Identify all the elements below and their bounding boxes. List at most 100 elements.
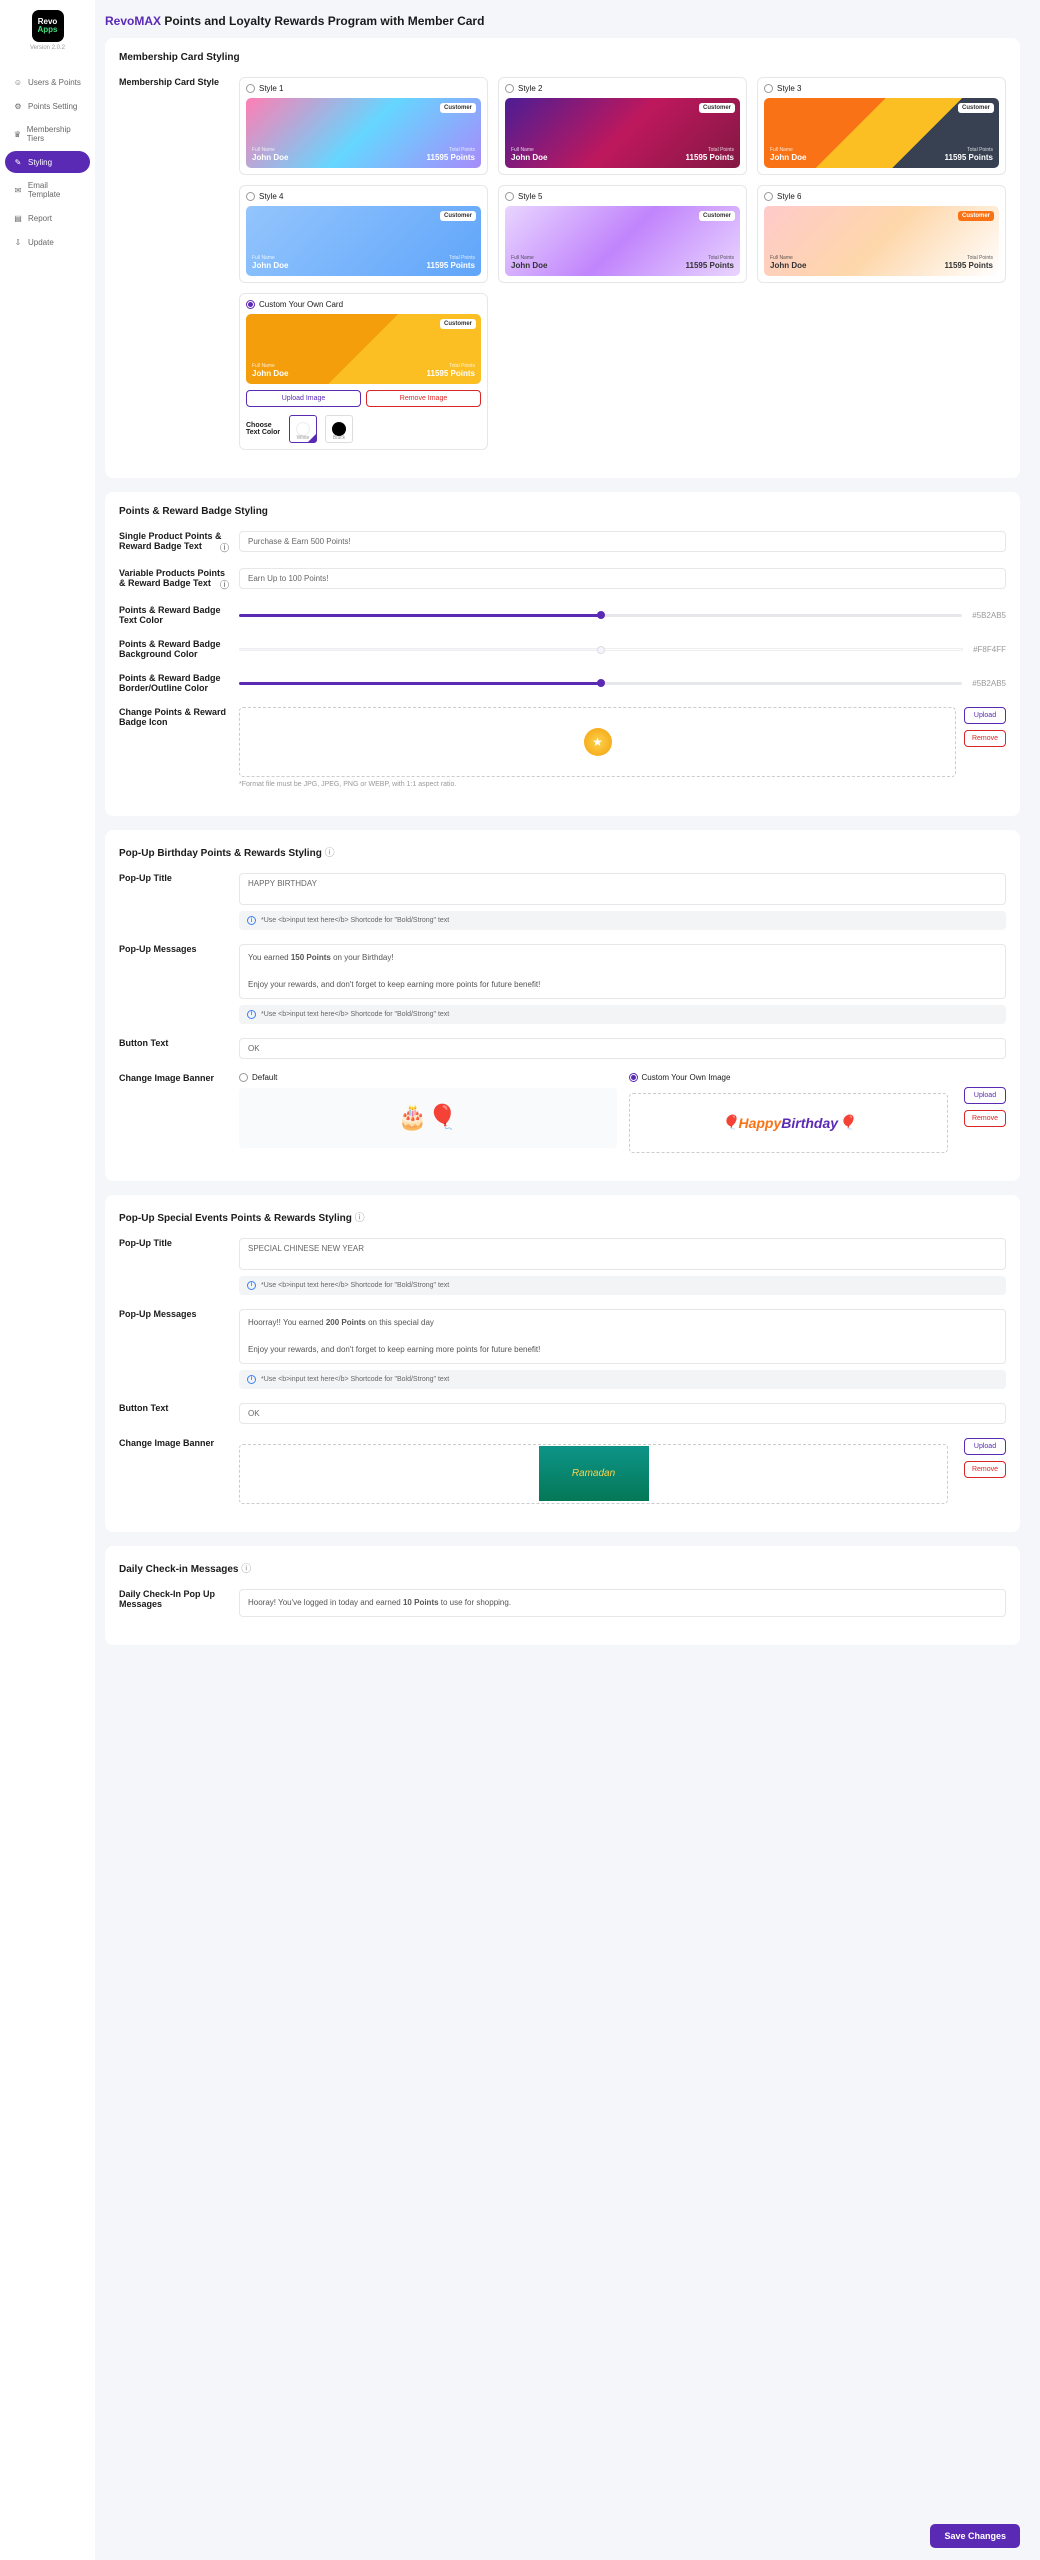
save-changes-button[interactable]: Save Changes xyxy=(930,2524,1020,2548)
membership-card-styling-section: Membership Card Styling Membership Card … xyxy=(105,38,1020,478)
section-heading: Membership Card Styling xyxy=(119,52,1006,63)
radio-icon xyxy=(239,1073,248,1082)
radio-icon xyxy=(505,192,514,201)
nav-points-setting[interactable]: ⚙Points Setting xyxy=(5,95,90,117)
style-option-6[interactable]: Style 6CustomerFull NameJohn DoeTotal Po… xyxy=(757,185,1006,283)
style-option-4[interactable]: Style 4CustomerFull NameJohn DoeTotal Po… xyxy=(239,185,488,283)
border-color-slider[interactable] xyxy=(239,682,962,685)
format-hint: *Format file must be JPG, JPEG, PNG or W… xyxy=(239,781,1006,788)
popup-title-input[interactable]: SPECIAL CHINESE NEW YEAR xyxy=(239,1238,1006,1270)
shortcode-hint: i*Use <b>input text here</b> Shortcode f… xyxy=(239,1370,1006,1389)
field-label: Points & Reward Badge Border/Outline Col… xyxy=(119,673,239,693)
nav-users-points[interactable]: ☺Users & Points xyxy=(5,71,90,93)
main-content: RevoMAX Points and Loyalty Rewards Progr… xyxy=(95,0,1040,2560)
default-banner-preview: 🎂🎈 xyxy=(239,1088,617,1148)
upload-image-button[interactable]: Upload Image xyxy=(246,390,361,407)
custom-banner-preview: 🎈HappyBirthday🎈 xyxy=(629,1093,949,1153)
remove-button[interactable]: Remove xyxy=(964,730,1006,747)
remove-button[interactable]: Remove xyxy=(964,1461,1006,1478)
help-icon[interactable]: ⓘ xyxy=(325,848,335,859)
crown-icon: ♛ xyxy=(13,129,22,139)
remove-button[interactable]: Remove xyxy=(964,1110,1006,1127)
popup-messages-input[interactable]: You earned 150 Points on your Birthday!E… xyxy=(239,944,1006,999)
section-heading: Pop-Up Birthday Points & Rewards Styling… xyxy=(119,844,1006,859)
style-option-custom[interactable]: Custom Your Own Card CustomerFull NameJo… xyxy=(239,293,488,450)
radio-icon xyxy=(505,84,514,93)
field-label: Pop-Up Title xyxy=(119,873,239,930)
hex-value: #5B2AB5 xyxy=(972,679,1006,688)
gear-icon: ⚙ xyxy=(13,101,23,111)
help-icon[interactable]: ⓘ xyxy=(220,541,229,554)
nav-membership-tiers[interactable]: ♛Membership Tiers xyxy=(5,119,90,149)
star-icon: ★ xyxy=(584,728,612,756)
hex-value: #5B2AB5 xyxy=(972,611,1006,620)
single-product-badge-input[interactable] xyxy=(239,531,1006,552)
help-icon[interactable]: ⓘ xyxy=(241,1564,251,1575)
shortcode-hint: i*Use <b>input text here</b> Shortcode f… xyxy=(239,911,1006,930)
popup-messages-input[interactable]: Hoorray!! You earned 200 Points on this … xyxy=(239,1309,1006,1364)
section-heading: Points & Reward Badge Styling xyxy=(119,506,1006,517)
color-white[interactable]: White xyxy=(289,415,317,443)
version-label: Version 2.0.2 xyxy=(30,45,65,51)
logo: RevoApps xyxy=(32,10,64,42)
card-preview: CustomerFull NameJohn DoeTotal Points115… xyxy=(764,98,999,168)
shortcode-hint: i*Use <b>input text here</b> Shortcode f… xyxy=(239,1005,1006,1024)
radio-icon xyxy=(764,192,773,201)
nav-email-template[interactable]: ✉Email Template xyxy=(5,175,90,205)
text-color-slider[interactable] xyxy=(239,614,962,617)
variable-product-badge-input[interactable] xyxy=(239,568,1006,589)
bg-color-slider[interactable] xyxy=(239,648,963,651)
nav: ☺Users & Points ⚙Points Setting ♛Members… xyxy=(5,71,90,255)
banner-custom-option[interactable]: Custom Your Own Image xyxy=(629,1073,1007,1082)
field-label: Change Image Banner xyxy=(119,1073,239,1153)
style-option-3[interactable]: Style 3CustomerFull NameJohn DoeTotal Po… xyxy=(757,77,1006,175)
color-black[interactable]: Black xyxy=(325,415,353,443)
card-preview: CustomerFull NameJohn DoeTotal Points115… xyxy=(505,98,740,168)
field-label: Points & Reward Badge Background Color xyxy=(119,639,239,659)
checkin-message-input[interactable]: Hooray! You've logged in today and earne… xyxy=(239,1589,1006,1617)
banner-default-option[interactable]: Default xyxy=(239,1073,617,1082)
info-icon: i xyxy=(247,1010,256,1019)
style-option-2[interactable]: Style 2CustomerFull NameJohn DoeTotal Po… xyxy=(498,77,747,175)
help-icon[interactable]: ⓘ xyxy=(355,1213,365,1224)
popup-title-input[interactable]: HAPPY BIRTHDAY xyxy=(239,873,1006,905)
field-label: Pop-Up Messages xyxy=(119,1309,239,1389)
field-label: Membership Card Style xyxy=(119,77,239,450)
field-label: Pop-Up Messages xyxy=(119,944,239,1024)
style-option-1[interactable]: Style 1CustomerFull NameJohn DoeTotal Po… xyxy=(239,77,488,175)
remove-image-button[interactable]: Remove Image xyxy=(366,390,481,407)
upload-button[interactable]: Upload xyxy=(964,1438,1006,1455)
nav-styling[interactable]: ✎Styling xyxy=(5,151,90,173)
document-icon: ▤ xyxy=(13,213,23,223)
upload-button[interactable]: Upload xyxy=(964,707,1006,724)
badge-styling-section: Points & Reward Badge Styling Single Pro… xyxy=(105,492,1020,816)
event-banner-preview: Ramadan xyxy=(239,1444,948,1504)
info-icon: i xyxy=(247,916,256,925)
sidebar: RevoApps Version 2.0.2 ☺Users & Points ⚙… xyxy=(0,0,95,2560)
field-label: Points & Reward Badge Text Color xyxy=(119,605,239,625)
button-text-input[interactable] xyxy=(239,1403,1006,1424)
field-label: Variable Products Points & Reward Badge … xyxy=(119,568,239,591)
field-label: Pop-Up Title xyxy=(119,1238,239,1295)
card-preview: CustomerFull NameJohn DoeTotal Points115… xyxy=(764,206,999,276)
section-heading: Daily Check-in Messages ⓘ xyxy=(119,1560,1006,1575)
nav-update[interactable]: ⇩Update xyxy=(5,231,90,253)
style-option-5[interactable]: Style 5CustomerFull NameJohn DoeTotal Po… xyxy=(498,185,747,283)
mail-icon: ✉ xyxy=(13,185,23,195)
birthday-popup-section: Pop-Up Birthday Points & Rewards Styling… xyxy=(105,830,1020,1181)
field-label: Single Product Points & Reward Badge Tex… xyxy=(119,531,239,554)
icon-dropzone[interactable]: ★ xyxy=(239,707,956,777)
shortcode-hint: i*Use <b>input text here</b> Shortcode f… xyxy=(239,1276,1006,1295)
card-preview: CustomerFull NameJohn DoeTotal Points115… xyxy=(246,98,481,168)
upload-button[interactable]: Upload xyxy=(964,1087,1006,1104)
user-icon: ☺ xyxy=(13,77,23,87)
hex-value: #F8F4FF xyxy=(973,645,1006,654)
help-icon[interactable]: ⓘ xyxy=(220,578,229,591)
button-text-input[interactable] xyxy=(239,1038,1006,1059)
field-label: Button Text xyxy=(119,1403,239,1424)
radio-icon xyxy=(764,84,773,93)
brush-icon: ✎ xyxy=(13,157,23,167)
field-label: Change Points & Reward Badge Icon xyxy=(119,707,239,788)
info-icon: i xyxy=(247,1375,256,1384)
nav-report[interactable]: ▤Report xyxy=(5,207,90,229)
